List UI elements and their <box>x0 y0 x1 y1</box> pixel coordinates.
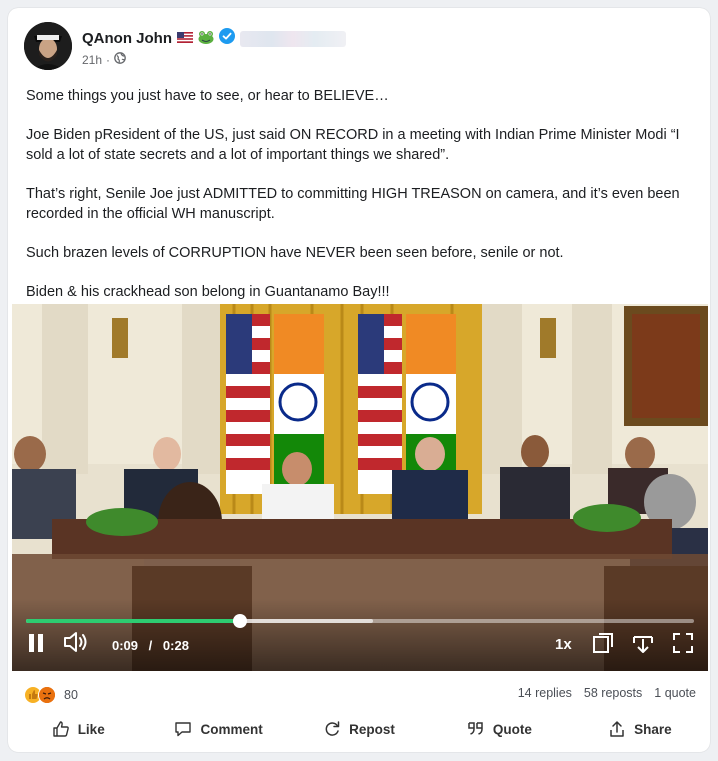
verified-icon <box>219 28 235 49</box>
avatar[interactable] <box>24 22 72 70</box>
comment-button[interactable]: Comment <box>148 714 288 744</box>
fullscreen-icon <box>673 633 693 653</box>
angry-reaction-icon <box>38 686 56 704</box>
quote-label: Quote <box>492 721 532 737</box>
share-button[interactable]: Share <box>570 714 710 744</box>
share-label: Share <box>634 721 672 737</box>
time-display: 0:09 / 0:28 <box>112 638 189 653</box>
globe-icon <box>114 52 126 67</box>
share-icon <box>610 721 624 737</box>
engagement-counts: 14 replies 58 reposts 1 quote <box>518 686 696 700</box>
reaction-count: 80 <box>64 688 78 702</box>
duration: 0:28 <box>162 638 189 653</box>
post-text: Some things you just have to see, or hea… <box>26 86 696 321</box>
post-card: QAnon John 21h · Some things you just ha… <box>8 8 710 752</box>
us-flag-icon <box>177 31 193 46</box>
video-player[interactable]: 0:09 / 0:28 1x <box>12 304 708 671</box>
reaction-icons <box>24 686 56 704</box>
repost-button[interactable]: Repost <box>289 714 429 744</box>
like-label: Like <box>77 721 105 737</box>
repost-label: Repost <box>349 721 395 737</box>
repost-icon <box>325 721 340 736</box>
current-time: 0:09 <box>112 638 139 653</box>
volume-button[interactable] <box>62 630 90 657</box>
post-paragraph: That’s right, Senile Joe just ADMITTED t… <box>26 186 680 222</box>
video-controls: 0:09 / 0:28 1x <box>12 599 708 671</box>
time-separator: / <box>148 638 153 653</box>
quote-button[interactable]: Quote <box>429 714 569 744</box>
redacted-handle <box>240 30 346 47</box>
seek-progress <box>26 619 240 623</box>
playback-speed-button[interactable]: 1x <box>555 636 572 653</box>
post-meta: 21h · <box>82 52 126 67</box>
author-row: QAnon John <box>82 28 346 49</box>
quote-icon <box>468 722 483 735</box>
replies-count[interactable]: 14 replies <box>518 686 572 700</box>
seek-bar[interactable] <box>26 614 694 628</box>
post-stats: 80 14 replies 58 reposts 1 quote <box>24 686 696 706</box>
quotes-count[interactable]: 1 quote <box>654 686 696 700</box>
action-bar: Like Comment Repost Quote Share <box>8 714 710 744</box>
author-name[interactable]: QAnon John <box>82 30 172 47</box>
download-button[interactable] <box>632 632 654 657</box>
reposts-count[interactable]: 58 reposts <box>584 686 642 700</box>
comment-label: Comment <box>200 721 263 737</box>
like-button[interactable]: Like <box>8 714 148 744</box>
download-icon <box>633 636 653 653</box>
picture-in-picture-icon <box>593 633 613 653</box>
pause-icon <box>29 634 43 652</box>
reactions-summary[interactable]: 80 <box>24 686 78 704</box>
post-paragraph: Some things you just have to see, or hea… <box>26 88 389 104</box>
volume-icon <box>64 632 87 652</box>
post-header: QAnon John 21h · <box>24 22 694 72</box>
pip-button[interactable] <box>592 632 614 657</box>
thumbs-up-icon <box>52 721 69 737</box>
pause-button[interactable] <box>26 632 46 657</box>
frog-icon <box>198 30 214 47</box>
comment-icon <box>175 722 192 737</box>
timestamp[interactable]: 21h <box>82 53 102 67</box>
post-paragraph: Joe Biden pResident of the US, just said… <box>26 127 680 163</box>
post-paragraph: Such brazen levels of CORRUPTION have NE… <box>26 245 564 261</box>
post-paragraph: Biden & his crackhead son belong in Guan… <box>26 284 390 300</box>
fullscreen-button[interactable] <box>672 632 694 657</box>
seek-thumb[interactable] <box>232 614 247 628</box>
